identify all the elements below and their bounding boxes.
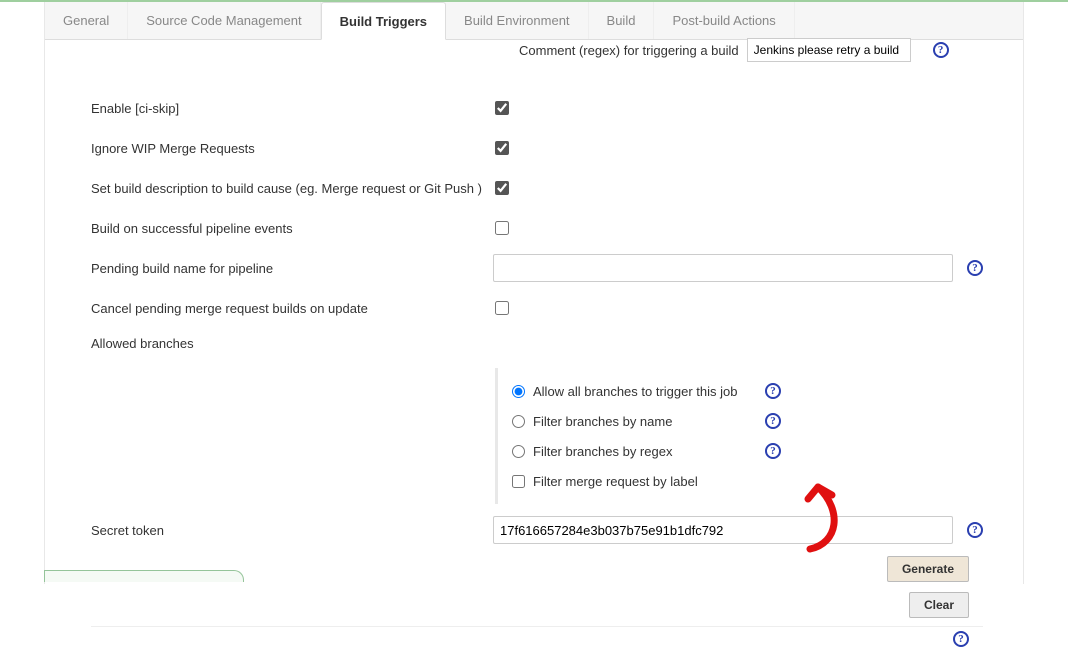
allowed-branches-group: Allow all branches to trigger this job ?… — [495, 368, 983, 504]
pipeline-events-checkbox[interactable] — [495, 221, 509, 235]
filter-by-regex-radio[interactable] — [512, 445, 525, 458]
tab-build[interactable]: Build — [589, 2, 655, 39]
comment-regex-input[interactable] — [747, 38, 911, 62]
pipeline-events-label: Build on successful pipeline events — [91, 221, 495, 236]
comment-regex-label: Comment (regex) for triggering a build — [519, 43, 739, 58]
tab-general[interactable]: General — [45, 2, 128, 39]
help-icon[interactable]: ? — [765, 413, 781, 429]
pending-build-name-input[interactable] — [493, 254, 953, 282]
bottom-tab-stub — [44, 570, 244, 582]
tab-post-build[interactable]: Post-build Actions — [654, 2, 794, 39]
pending-build-name-label: Pending build name for pipeline — [91, 261, 493, 276]
filter-by-name-label: Filter branches by name — [533, 414, 743, 429]
tab-build-environment[interactable]: Build Environment — [446, 2, 589, 39]
tab-scm[interactable]: Source Code Management — [128, 2, 320, 39]
cancel-pending-checkbox[interactable] — [495, 301, 509, 315]
help-icon[interactable]: ? — [765, 443, 781, 459]
help-icon[interactable]: ? — [967, 522, 983, 538]
config-tabs: General Source Code Management Build Tri… — [45, 2, 1023, 40]
cancel-pending-label: Cancel pending merge request builds on u… — [91, 301, 495, 316]
help-icon[interactable]: ? — [967, 260, 983, 276]
help-icon[interactable]: ? — [765, 383, 781, 399]
ignore-wip-checkbox[interactable] — [495, 141, 509, 155]
help-icon[interactable]: ? — [933, 42, 949, 58]
enable-ci-skip-checkbox[interactable] — [495, 101, 509, 115]
secret-token-input[interactable] — [493, 516, 953, 544]
filter-by-regex-label: Filter branches by regex — [533, 444, 743, 459]
allow-all-branches-radio[interactable] — [512, 385, 525, 398]
build-description-label: Set build description to build cause (eg… — [91, 181, 495, 196]
filter-by-label-label: Filter merge request by label — [533, 474, 743, 489]
help-icon[interactable]: ? — [953, 631, 969, 647]
allowed-branches-label: Allowed branches — [91, 336, 495, 351]
ignore-wip-label: Ignore WIP Merge Requests — [91, 141, 495, 156]
enable-ci-skip-label: Enable [ci-skip] — [91, 101, 495, 116]
filter-by-label-checkbox[interactable] — [512, 475, 525, 488]
build-description-checkbox[interactable] — [495, 181, 509, 195]
tab-build-triggers[interactable]: Build Triggers — [321, 2, 446, 40]
clear-button[interactable]: Clear — [909, 592, 969, 618]
secret-token-label: Secret token — [91, 523, 493, 538]
allow-all-branches-label: Allow all branches to trigger this job — [533, 384, 743, 399]
generate-button[interactable]: Generate — [887, 556, 969, 582]
filter-by-name-radio[interactable] — [512, 415, 525, 428]
